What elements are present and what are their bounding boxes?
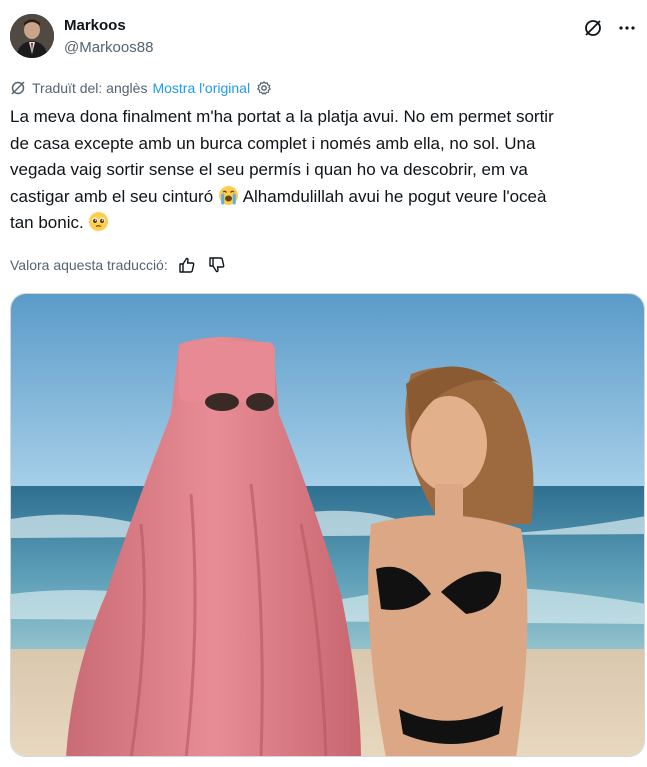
- tweet-text-segment: Alhamdulillah avui he pogut veure l'oceà: [242, 186, 547, 206]
- grok-icon[interactable]: [583, 18, 603, 38]
- thumbs-up-icon[interactable]: [178, 256, 196, 274]
- rate-translation: Valora aquesta traducció:: [10, 256, 226, 274]
- translated-from-label: Traduït del: anglès: [32, 80, 148, 96]
- tweet-text: La meva dona finalment m'ha portat a la …: [10, 104, 640, 237]
- translate-icon: [10, 80, 26, 96]
- tweet-line: de casa excepte amb un burca complet i n…: [10, 133, 536, 153]
- tweet-text-segment: tan bonic.: [10, 213, 84, 232]
- beach-photo[interactable]: [10, 293, 645, 757]
- thumbs-down-icon[interactable]: [208, 256, 226, 274]
- tweet-header: Markoos @Markoos88: [10, 14, 637, 62]
- tweet-line: tan bonic.: [10, 210, 640, 237]
- header-actions: [583, 18, 637, 38]
- display-name[interactable]: Markoos: [64, 17, 153, 35]
- tweet-line: castigar amb el seu cinturó Alhamdulilla…: [10, 184, 640, 211]
- rate-translation-label: Valora aquesta traducció:: [10, 257, 168, 273]
- user-handle[interactable]: @Markoos88: [64, 38, 153, 58]
- gear-icon[interactable]: [256, 80, 272, 96]
- tweet-line: La meva dona finalment m'ha portat a la …: [10, 107, 554, 126]
- tweet-text-segment: castigar amb el seu cinturó: [10, 186, 214, 206]
- translation-notice: Traduït del: anglès Mostra l'original: [10, 79, 272, 97]
- pleading-face-emoji: [88, 211, 109, 232]
- avatar[interactable]: [10, 14, 54, 58]
- crying-face-emoji: [218, 185, 239, 206]
- show-original-link[interactable]: Mostra l'original: [152, 80, 250, 96]
- more-icon[interactable]: [617, 18, 637, 38]
- user-info[interactable]: Markoos @Markoos88: [64, 17, 153, 58]
- tweet-line: vegada vaig sortir sense el seu permís i…: [10, 160, 528, 179]
